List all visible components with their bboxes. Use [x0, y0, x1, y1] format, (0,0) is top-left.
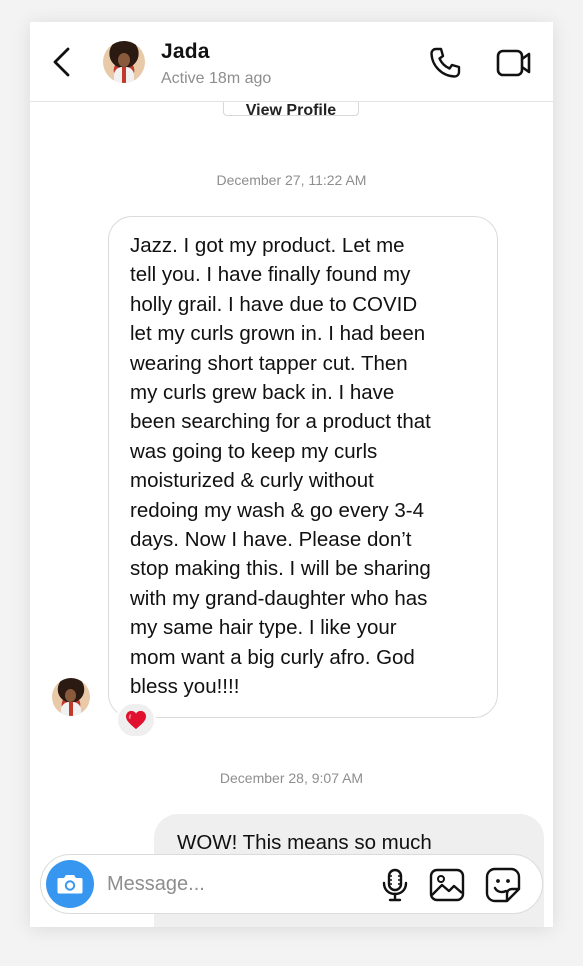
- incoming-message-bubble[interactable]: Jazz. I got my product. Let me tell you.…: [108, 216, 498, 718]
- contact-name[interactable]: Jada: [161, 40, 210, 64]
- image-icon[interactable]: [429, 868, 465, 902]
- incoming-message-text: Jazz. I got my product. Let me tell you.…: [130, 234, 431, 699]
- profile-avatar[interactable]: [103, 41, 145, 83]
- message-composer: [40, 854, 543, 914]
- camera-button[interactable]: [46, 860, 94, 908]
- message-input[interactable]: [107, 867, 347, 901]
- timestamp: December 27, 11:22 AM: [216, 172, 367, 188]
- sticker-icon[interactable]: [485, 867, 521, 903]
- phone-icon[interactable]: [428, 46, 462, 80]
- sender-avatar[interactable]: [52, 678, 90, 716]
- microphone-icon[interactable]: [379, 868, 411, 902]
- chat-header: Jada Active 18m ago: [30, 22, 553, 102]
- active-status: Active 18m ago: [161, 70, 272, 87]
- camera-icon: [57, 875, 83, 894]
- heart-icon: [126, 710, 146, 730]
- dm-screen: View Profile December 27, 11:22 AM Jazz.…: [30, 22, 553, 927]
- outgoing-message-text: WOW! This means so much: [177, 831, 432, 854]
- chevron-left-icon[interactable]: [48, 44, 76, 80]
- heart-reaction[interactable]: [116, 702, 156, 738]
- timestamp: December 28, 9:07 AM: [219, 770, 364, 786]
- video-camera-icon[interactable]: [496, 48, 532, 78]
